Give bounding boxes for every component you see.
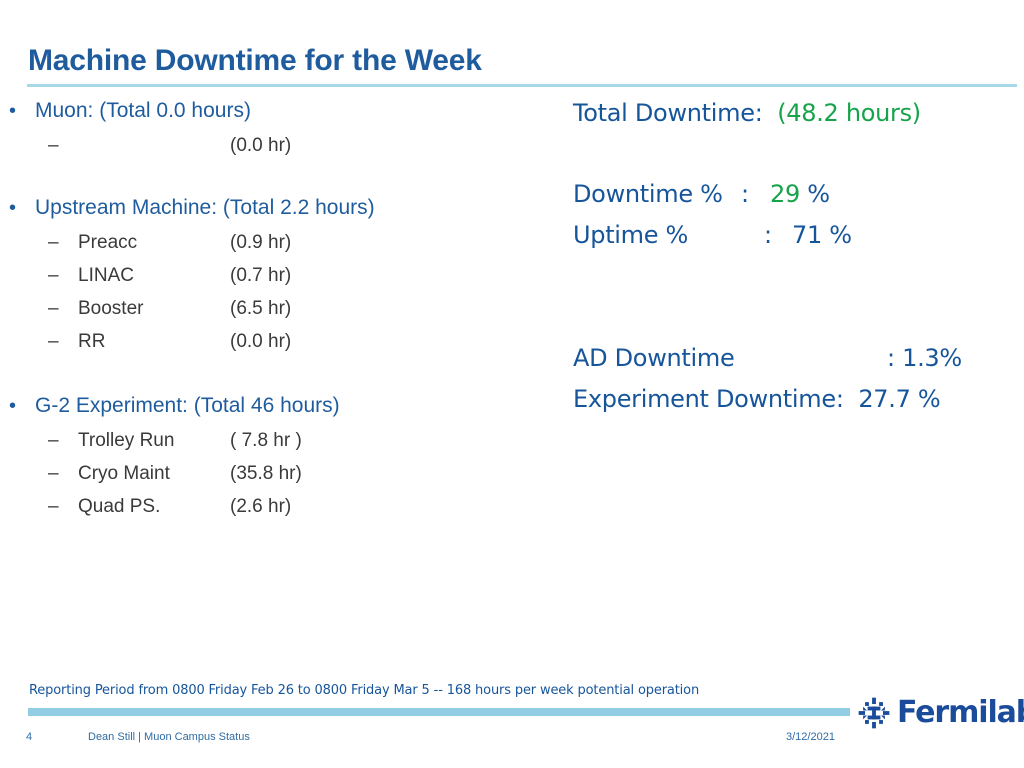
summary-spacer (573, 256, 1018, 338)
uptime-percent-value: 71 % (792, 221, 852, 249)
list-item-value: (0.0 hr) (230, 135, 292, 156)
list-item-value: (35.8 hr) (230, 463, 302, 484)
list-item-value: (0.0 hr) (230, 331, 292, 352)
list-item-value: (6.5 hr) (230, 298, 292, 319)
downtime-percent-row: Downtime % : 29 % (573, 174, 1018, 215)
dash-icon: – (48, 331, 59, 352)
list-item: – Trolley Run ( 7.8 hr ) (0, 424, 560, 457)
uptime-percent-label: Uptime % (573, 221, 689, 249)
experiment-downtime-label: Experiment Downtime: (573, 385, 844, 413)
page-title: Machine Downtime for the Week (28, 44, 482, 77)
list-item-label: Preacc (78, 232, 138, 253)
group-heading-text: Upstream Machine: (Total 2.2 hours) (35, 196, 375, 219)
group-heading-text: G-2 Experiment: (Total 46 hours) (35, 394, 340, 417)
fermilab-wordmark: Fermilab (897, 695, 1024, 730)
summary-column: Total Downtime: (48.2 hours) Downtime % … (573, 93, 1018, 420)
fermilab-logo: Fermilab (857, 697, 1024, 729)
ad-downtime-label: AD Downtime (573, 344, 735, 372)
list-item-label: RR (78, 331, 106, 352)
bullet-icon: • (9, 197, 17, 219)
ad-downtime-value: : 1.3% (887, 344, 962, 372)
list-item: – LINAC (0.7 hr) (0, 259, 560, 292)
downtime-percent-colon: : (741, 180, 749, 208)
downtime-group-g2-experiment: • G-2 Experiment: (Total 46 hours) – Tro… (0, 388, 560, 523)
list-item: – Preacc (0.9 hr) (0, 226, 560, 259)
uptime-percent-colon: : (764, 221, 772, 249)
list-item-value: (0.7 hr) (230, 265, 292, 286)
list-item-label: Cryo Maint (78, 463, 170, 484)
fermilab-mark-icon (858, 697, 890, 729)
downtime-percent-label: Downtime % (573, 180, 723, 208)
list-item: – Booster (6.5 hr) (0, 292, 560, 325)
bullet-icon: • (9, 395, 17, 417)
dash-icon: – (48, 298, 59, 319)
list-item-value: (0.9 hr) (230, 232, 292, 253)
footer-author-line: Dean Still | Muon Campus Status (88, 731, 250, 743)
total-downtime-value: (48.2 hours) (777, 99, 921, 127)
downtime-percent-value: 29 (770, 180, 800, 208)
dash-icon: – (48, 496, 59, 517)
group-heading-row: • Upstream Machine: (Total 2.2 hours) (0, 190, 560, 226)
list-item: – (0.0 hr) (0, 129, 560, 162)
downtime-percent-unit: % (807, 180, 830, 208)
total-downtime-label: Total Downtime: (573, 99, 763, 127)
list-item: – RR (0.0 hr) (0, 325, 560, 358)
dash-icon: – (48, 232, 59, 253)
list-item-value: (2.6 hr) (230, 496, 292, 517)
footer-date: 3/12/2021 (786, 731, 835, 743)
group-heading-row: • G-2 Experiment: (Total 46 hours) (0, 388, 560, 424)
bullet-icon: • (9, 100, 17, 122)
group-heading-row: • Muon: (Total 0.0 hours) (0, 93, 560, 129)
list-item: – Cryo Maint (35.8 hr) (0, 457, 560, 490)
left-content-column: • Muon: (Total 0.0 hours) – (0.0 hr) • U… (0, 93, 560, 523)
downtime-percent-value-group: 29 % (770, 174, 830, 215)
downtime-group-muon: • Muon: (Total 0.0 hours) – (0.0 hr) (0, 93, 560, 162)
experiment-downtime-row: Experiment Downtime: 27.7 % (573, 379, 1018, 420)
list-item-value: ( 7.8 hr ) (230, 430, 302, 451)
summary-spacer (573, 134, 1018, 174)
list-item-label: Quad PS. (78, 496, 161, 517)
total-downtime-row: Total Downtime: (48.2 hours) (573, 93, 1018, 134)
dash-icon: – (48, 430, 59, 451)
reporting-period-note: Reporting Period from 0800 Friday Feb 26… (29, 683, 700, 698)
list-item-label: LINAC (78, 265, 134, 286)
experiment-downtime-value: 27.7 % (858, 385, 941, 413)
list-item-label: Trolley Run (78, 430, 175, 451)
dash-icon: – (48, 265, 59, 286)
title-underline-rule (27, 84, 1017, 87)
ad-downtime-row: AD Downtime : 1.3% (573, 338, 1018, 379)
dash-icon: – (48, 135, 59, 156)
page-number: 4 (26, 731, 33, 743)
uptime-percent-row: Uptime % : 71 % (573, 215, 1018, 256)
list-item-label: Booster (78, 298, 144, 319)
footer-accent-bar (28, 708, 850, 716)
list-item: – Quad PS. (2.6 hr) (0, 490, 560, 523)
downtime-group-upstream-machine: • Upstream Machine: (Total 2.2 hours) – … (0, 190, 560, 358)
dash-icon: – (48, 463, 59, 484)
group-heading-text: Muon: (Total 0.0 hours) (35, 99, 251, 122)
